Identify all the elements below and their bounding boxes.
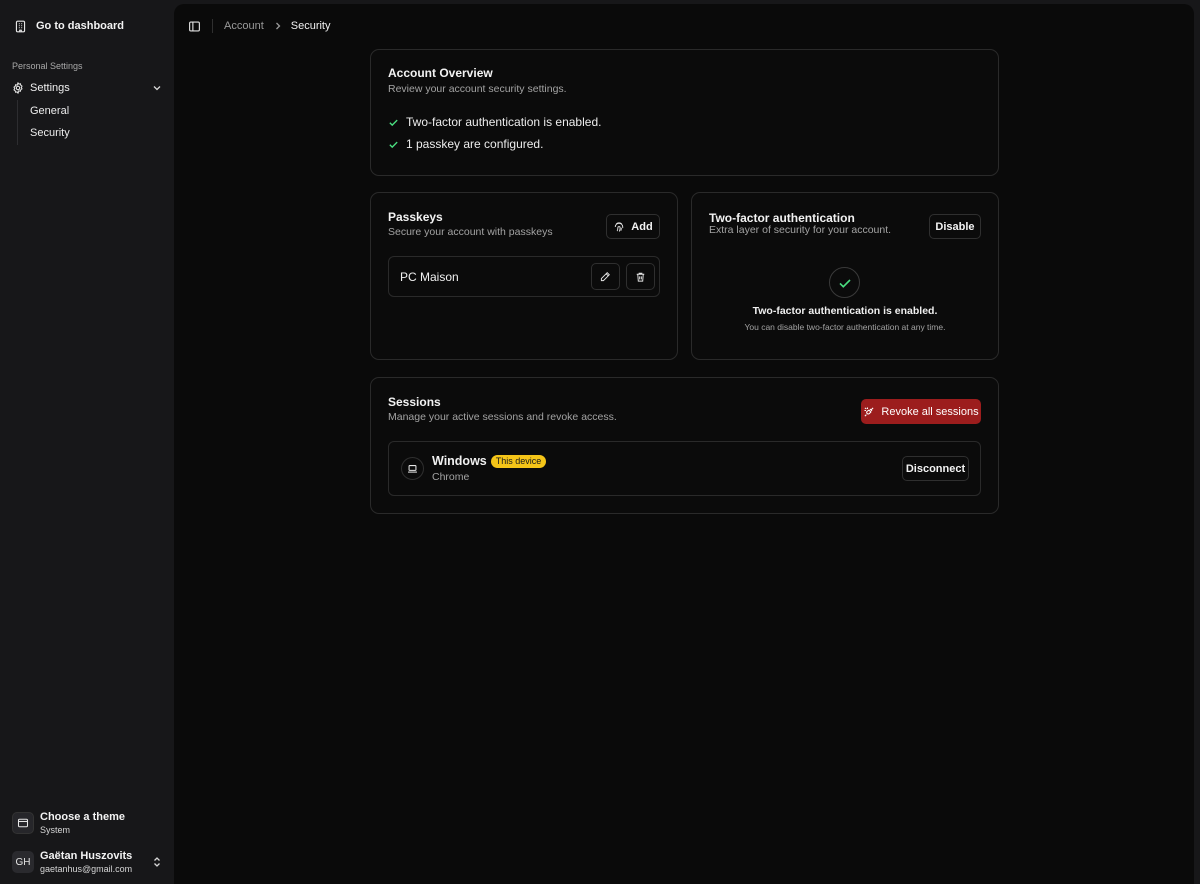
dashboard-label: Go to dashboard xyxy=(36,20,124,32)
sidebar-item-security[interactable]: Security xyxy=(18,122,167,144)
sidebar-item-general[interactable]: General xyxy=(18,100,167,122)
overview-item-text: 1 passkey are configured. xyxy=(406,137,544,151)
disconnect-session-button[interactable]: Disconnect xyxy=(902,456,969,481)
breadcrumb-account[interactable]: Account xyxy=(224,20,264,32)
disconnect-label: Disconnect xyxy=(905,462,966,475)
account-overview-card: Account Overview Review your account sec… xyxy=(370,49,999,176)
session-os: Windows xyxy=(432,454,487,468)
theme-icon xyxy=(12,812,34,834)
chevron-right-icon xyxy=(274,21,282,31)
pencil-icon xyxy=(600,271,611,282)
go-to-dashboard-link[interactable]: Go to dashboard xyxy=(8,14,166,38)
gear-icon xyxy=(12,82,24,94)
user-menu[interactable]: GH Gaëtan Huszovits gaetanhus@gmail.com xyxy=(12,848,162,876)
user-name: Gaëtan Huszovits xyxy=(40,849,133,862)
add-label: Add xyxy=(631,220,653,233)
settings-subnav: General Security xyxy=(17,100,167,145)
section-label: Personal Settings xyxy=(12,61,83,71)
overview-title: Account Overview xyxy=(388,66,493,80)
check-icon xyxy=(388,117,399,128)
settings-label: Settings xyxy=(30,82,70,94)
fingerprint-icon xyxy=(613,221,625,233)
revoke-label: Revoke all sessions xyxy=(881,405,979,418)
overview-description: Review your account security settings. xyxy=(388,83,567,95)
chevron-updown-icon xyxy=(152,856,162,868)
passkeys-card: Passkeys Secure your account with passke… xyxy=(370,192,678,360)
two-factor-description: Extra layer of security for your account… xyxy=(709,224,892,236)
sidebar-toggle-icon[interactable] xyxy=(186,18,202,34)
edit-passkey-button[interactable] xyxy=(591,263,620,290)
theme-value: System xyxy=(40,824,71,835)
passkeys-description: Secure your account with passkeys xyxy=(388,226,553,238)
theme-title: Choose a theme xyxy=(40,810,125,823)
divider xyxy=(212,19,213,33)
check-icon xyxy=(388,139,399,150)
session-info: Windows This device Chrome xyxy=(432,454,547,483)
breadcrumb-current: Security xyxy=(290,20,331,32)
sessions-title: Sessions xyxy=(388,395,441,409)
sessions-description: Manage your active sessions and revoke a… xyxy=(388,411,617,423)
two-factor-title: Two-factor authentication xyxy=(709,211,855,225)
this-device-badge: This device xyxy=(490,455,547,468)
user-email: gaetanhus@gmail.com xyxy=(40,863,133,874)
disable-label: Disable xyxy=(935,220,975,233)
passkey-list-item: PC Maison xyxy=(388,256,660,297)
delete-passkey-button[interactable] xyxy=(626,263,655,290)
top-bar: Account Security xyxy=(186,16,331,36)
sidebar-item-settings[interactable]: Settings xyxy=(8,78,162,98)
add-passkey-button[interactable]: Add xyxy=(606,214,660,239)
two-factor-card: Two-factor authentication Extra layer of… xyxy=(691,192,999,360)
overview-item: Two-factor authentication is enabled. xyxy=(388,115,601,129)
overview-item: 1 passkey are configured. xyxy=(388,137,543,151)
session-list-item: Windows This device Chrome Disconnect xyxy=(388,441,981,496)
two-factor-status: Two-factor authentication is enabled. xyxy=(752,305,938,317)
theme-selector[interactable]: Choose a theme System xyxy=(12,809,167,837)
laptop-icon xyxy=(401,457,424,480)
sidebar: Go to dashboard Personal Settings Settin… xyxy=(0,0,174,884)
sessions-card: Sessions Manage your active sessions and… xyxy=(370,377,999,514)
main-content: Account Security Account Overview Review… xyxy=(174,4,1194,884)
trash-icon xyxy=(635,271,646,283)
session-browser: Chrome xyxy=(432,471,470,483)
overview-item-text: Two-factor authentication is enabled. xyxy=(406,115,602,129)
unplug-icon xyxy=(863,406,875,418)
chevron-down-icon xyxy=(152,83,162,93)
passkeys-title: Passkeys xyxy=(388,210,443,224)
avatar: GH xyxy=(12,851,34,873)
passkey-name: PC Maison xyxy=(400,270,459,284)
disable-2fa-button[interactable]: Disable xyxy=(929,214,981,239)
success-check-icon xyxy=(829,267,860,298)
revoke-all-sessions-button[interactable]: Revoke all sessions xyxy=(861,399,981,424)
two-factor-note: You can disable two-factor authenticatio… xyxy=(744,322,946,332)
breadcrumb: Account Security xyxy=(224,20,331,32)
building-icon xyxy=(14,20,27,33)
